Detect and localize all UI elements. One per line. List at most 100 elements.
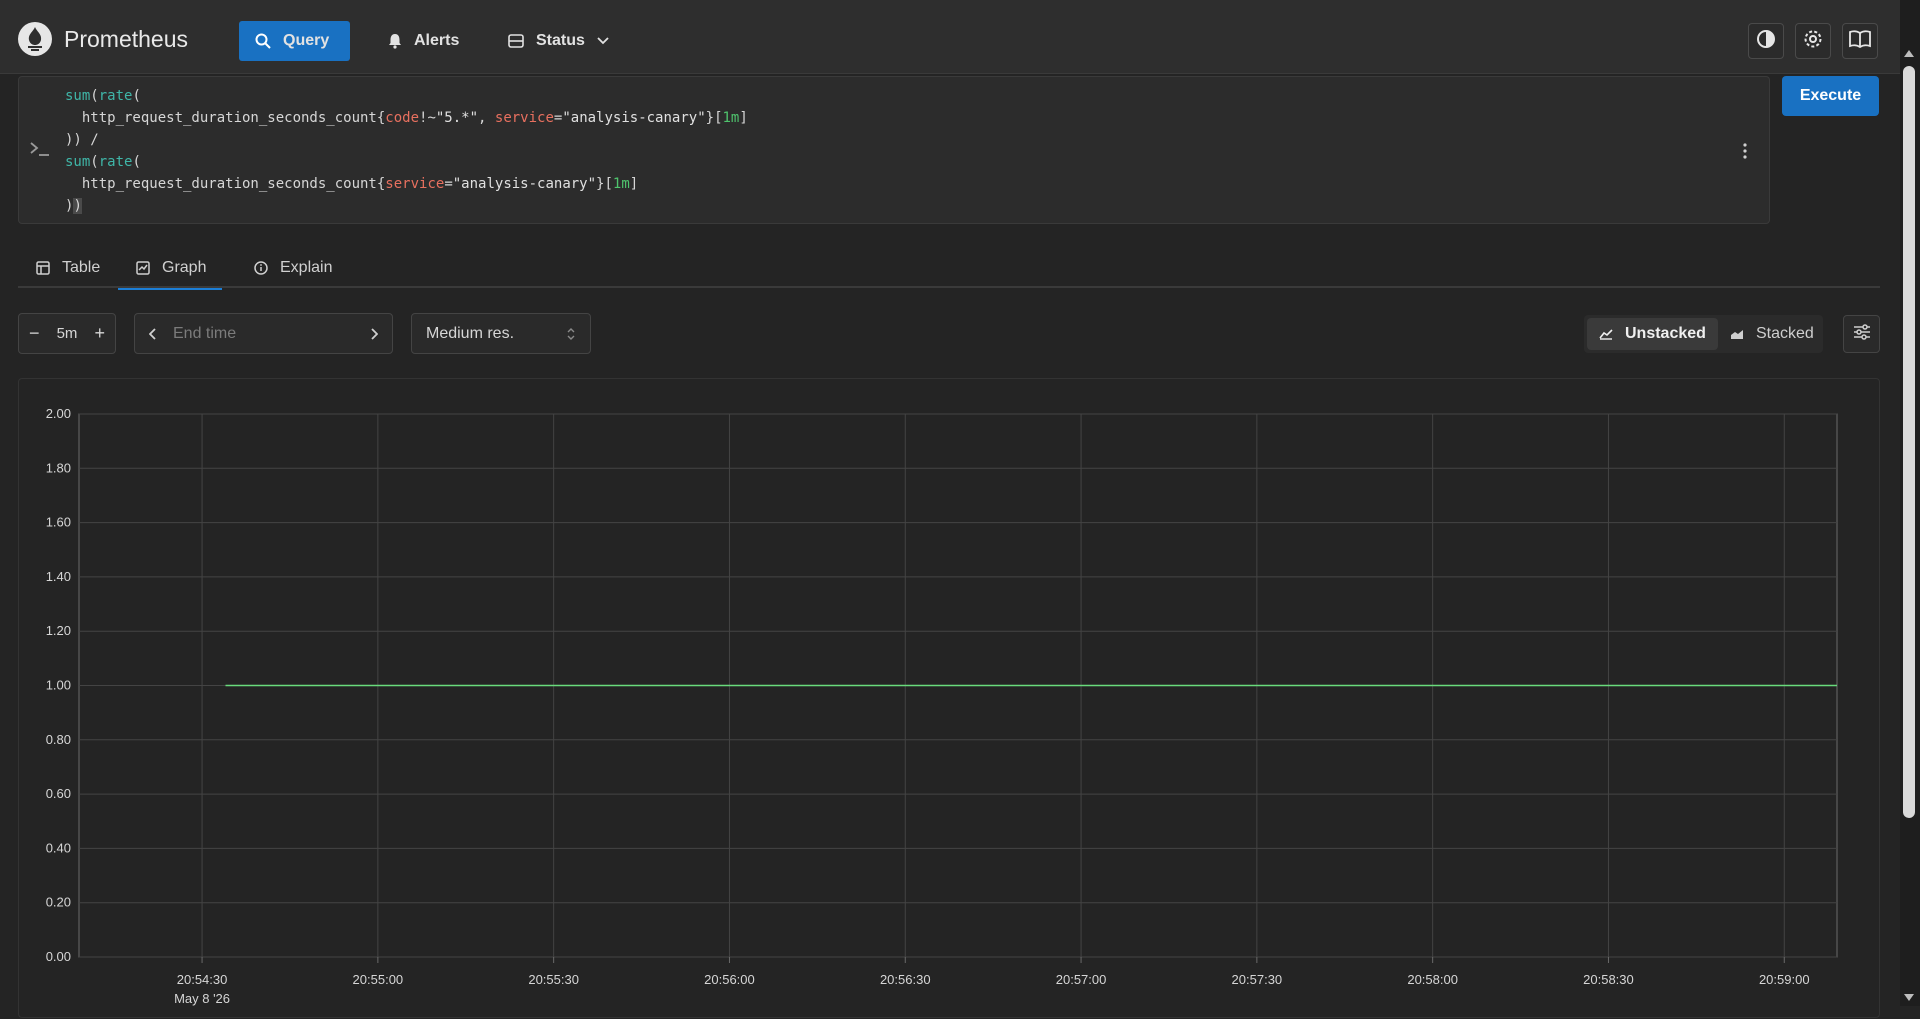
query-editor[interactable]: sum(rate( http_request_duration_seconds_… <box>18 76 1770 224</box>
y-tick-label: 1.40 <box>46 569 71 584</box>
query-line: http_request_duration_seconds_count{serv… <box>65 176 638 192</box>
chevron-right-icon[interactable] <box>370 327 378 340</box>
query-token: ( <box>132 154 141 170</box>
prometheus-logo-icon <box>18 22 52 56</box>
query-token: ] <box>739 110 748 126</box>
tab-table-label: Table <box>62 259 101 276</box>
resolution-value: Medium res. <box>426 324 515 342</box>
query-token: service <box>494 110 554 126</box>
query-token: "analysis-canary" <box>452 176 597 192</box>
query-token: service <box>385 176 445 192</box>
nav-status-dropdown[interactable]: Status <box>492 21 625 61</box>
x-tick-label: 20:56:00 <box>704 972 755 987</box>
nav-alerts-button[interactable]: Alerts <box>372 21 475 61</box>
query-token: !~ <box>419 110 436 126</box>
chevron-down-icon <box>597 37 609 45</box>
book-icon <box>1849 29 1871 53</box>
server-icon <box>508 34 524 48</box>
y-tick-label: 1.20 <box>46 623 71 638</box>
query-token: ) <box>73 198 82 214</box>
query-token: )) / <box>65 132 99 148</box>
y-tick-label: 2.00 <box>46 406 71 421</box>
end-time-picker[interactable]: End time <box>134 313 393 354</box>
y-tick-label: 1.60 <box>46 515 71 530</box>
time-series-chart[interactable]: 0.00 0.20 0.40 0.60 0.80 1.00 1.20 1.40 1.60 1.80… <box>19 379 1881 1019</box>
graph-icon <box>136 261 150 275</box>
table-icon <box>36 261 50 275</box>
tab-graph[interactable]: Graph <box>118 248 222 290</box>
contrast-icon <box>1756 29 1776 54</box>
search-icon <box>255 33 271 49</box>
range-increase-button[interactable]: + <box>94 323 105 344</box>
tab-explain-label: Explain <box>280 259 333 276</box>
scrollbar-thumb[interactable] <box>1903 66 1915 818</box>
tab-table[interactable]: Table <box>18 248 118 288</box>
documentation-button[interactable] <box>1842 23 1878 59</box>
brand[interactable]: Prometheus <box>18 22 188 56</box>
query-token: "5.*" <box>435 110 479 126</box>
end-time-input[interactable]: End time <box>173 325 370 343</box>
range-value[interactable]: 5m <box>57 325 78 342</box>
query-token: rate <box>98 88 133 104</box>
stacked-button[interactable]: Stacked <box>1718 318 1826 350</box>
y-tick-label: 0.40 <box>46 840 71 855</box>
query-expression[interactable]: sum(rate( http_request_duration_seconds_… <box>65 85 748 217</box>
y-tick-label: 0.60 <box>46 786 71 801</box>
y-tick-label: 1.00 <box>46 678 71 693</box>
range-input-group: − 5m + <box>18 313 116 354</box>
nav-status-label: Status <box>536 32 585 49</box>
x-tick-label: 20:56:30 <box>880 972 931 987</box>
more-options-icon[interactable] <box>1743 143 1747 164</box>
theme-toggle-button[interactable] <box>1748 23 1784 59</box>
query-token: code <box>385 110 420 126</box>
query-token: = <box>444 176 453 192</box>
x-tick-label: 20:57:30 <box>1232 972 1283 987</box>
query-token: sum <box>65 154 91 170</box>
y-tick-label: 1.80 <box>46 460 71 475</box>
x-date-label: May 8 '26 <box>174 991 230 1006</box>
query-token: ] <box>629 176 639 192</box>
info-icon <box>254 261 268 275</box>
line-chart-icon <box>1599 328 1613 340</box>
query-token: "analysis-canary" <box>562 110 706 126</box>
execute-button[interactable]: Execute <box>1782 76 1879 116</box>
query-token: , <box>478 110 495 126</box>
x-tick-label: 20:54:30 <box>177 972 228 987</box>
query-line: )) / <box>65 132 99 148</box>
query-token: ( <box>132 88 141 104</box>
resolution-select[interactable]: Medium res. <box>411 313 591 354</box>
query-token: }[ <box>596 176 613 192</box>
nav-query-label: Query <box>283 32 330 49</box>
x-tick-label: 20:55:00 <box>353 972 404 987</box>
nav-alerts-label: Alerts <box>414 32 460 49</box>
query-token: 1m <box>722 110 740 126</box>
query-token: http_request_duration_seconds_count{ <box>65 176 386 192</box>
scroll-down-arrow-icon[interactable] <box>1904 994 1914 1001</box>
nav-query-button[interactable]: Query <box>239 21 350 61</box>
graph-panel: 0.00 0.20 0.40 0.60 0.80 1.00 1.20 1.40 1.60 1.80… <box>18 378 1880 1018</box>
query-token: http_request_duration_seconds_count{ <box>65 110 386 126</box>
query-line: http_request_duration_seconds_count{code… <box>65 110 748 126</box>
range-decrease-button[interactable]: − <box>29 323 40 344</box>
x-tick-label: 20:55:30 <box>528 972 579 987</box>
chevron-left-icon[interactable] <box>149 327 157 340</box>
graph-settings-button[interactable] <box>1843 315 1880 353</box>
top-navigation-bar: Prometheus Query Alerts Status <box>0 0 1900 74</box>
query-token: ( <box>90 154 99 170</box>
unstacked-button[interactable]: Unstacked <box>1587 318 1718 350</box>
gear-icon <box>1803 29 1823 54</box>
settings-button[interactable] <box>1795 23 1831 59</box>
tab-explain[interactable]: Explain <box>236 248 350 288</box>
area-chart-icon <box>1730 328 1744 340</box>
scroll-up-arrow-icon[interactable] <box>1904 50 1914 57</box>
query-token: ( <box>90 88 99 104</box>
query-token: 1m <box>612 176 630 192</box>
x-tick-label: 20:58:00 <box>1407 972 1458 987</box>
y-tick-label: 0.80 <box>46 732 71 747</box>
unstacked-label: Unstacked <box>1625 325 1706 342</box>
stack-mode-toggle: Unstacked Stacked <box>1584 315 1823 353</box>
tab-graph-label: Graph <box>162 259 207 276</box>
query-token: rate <box>98 154 133 170</box>
x-tick-label: 20:57:00 <box>1056 972 1107 987</box>
bell-icon <box>388 33 402 49</box>
